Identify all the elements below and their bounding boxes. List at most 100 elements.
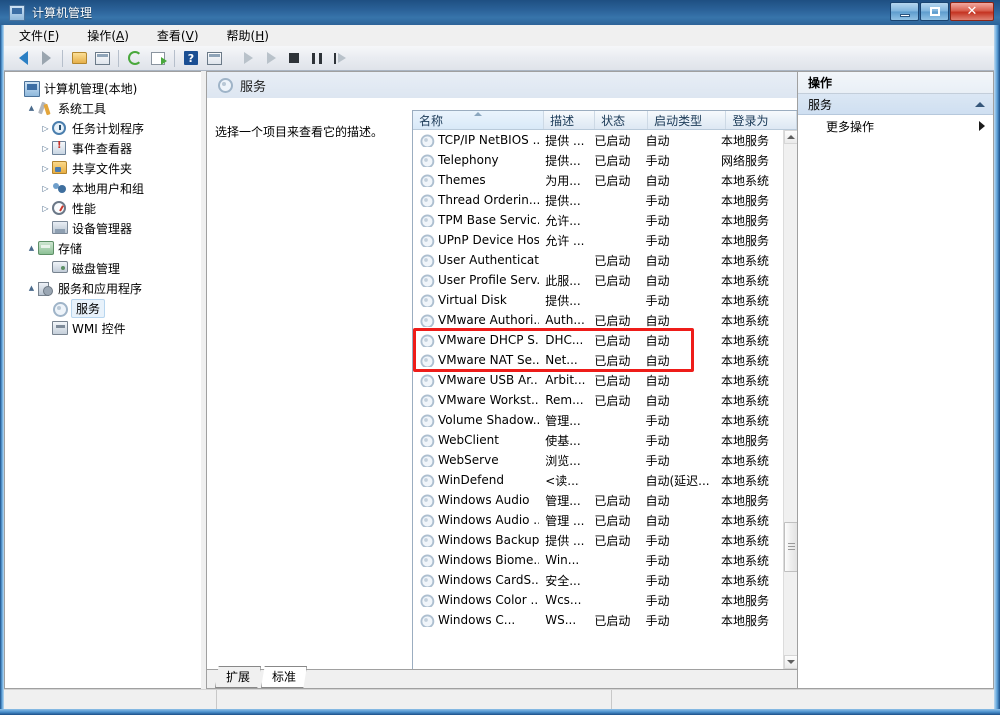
menu-file[interactable]: 文件(F) [16, 26, 62, 45]
caret-up-icon[interactable] [975, 101, 985, 107]
forward-button[interactable] [35, 48, 57, 69]
tree-item-7[interactable]: 设备管理器 [11, 218, 201, 238]
table-row[interactable]: WebServe 浏览... 手动 本地系统 [413, 450, 783, 470]
table-row[interactable]: VMware DHCP S... DHC... 已启动 自动 本地系统 [413, 330, 783, 350]
tree-item-1[interactable]: ▲ 系统工具 [11, 98, 201, 118]
show-action-pane-icon [206, 51, 222, 65]
cell-logon: 本地系统 [721, 393, 770, 408]
restart-service-button[interactable] [329, 48, 351, 69]
tree-collapse-icon[interactable]: ▲ [25, 242, 38, 255]
tree-collapse-icon[interactable]: ▲ [25, 102, 38, 115]
menu-help[interactable]: 帮助(H) [224, 26, 272, 45]
cell-startup: 手动 [645, 233, 670, 248]
table-row[interactable]: Windows Biome... Win... 手动 本地系统 [413, 550, 783, 570]
tree-item-0[interactable]: 计算机管理(本地) [11, 78, 201, 98]
cell-status: 已启动 [594, 513, 631, 528]
refresh-button[interactable] [124, 48, 146, 69]
tree-item-6[interactable]: ▷ 性能 [11, 198, 201, 218]
scrollbar-thumb[interactable] [784, 522, 797, 572]
tree-expand-icon[interactable]: ▷ [39, 182, 52, 195]
actions-group-services[interactable]: 服务 [798, 94, 993, 115]
tree-item-3[interactable]: ▷ 事件查看器 [11, 138, 201, 158]
services-listview[interactable]: 名称 描述 状态 启动类型 登录为 TCP/IP NetBIOS ... 提供 ... 已启… [412, 110, 797, 669]
column-header-1[interactable]: 描述 [544, 111, 596, 129]
table-row[interactable]: Thread Orderin... 提供... 手动 本地服务 [413, 190, 783, 210]
performance-icon [52, 200, 69, 216]
tree-item-4[interactable]: ▷ 共享文件夹 [11, 158, 201, 178]
tree-item-12[interactable]: WMI 控件 [11, 318, 201, 338]
menu-action[interactable]: 操作(A) [84, 26, 132, 45]
export-list-button[interactable] [147, 48, 169, 69]
scroll-up-button[interactable] [784, 130, 797, 144]
tree-item-11[interactable]: 服务 [11, 298, 201, 318]
table-row[interactable]: Windows Backup 提供 ... 已启动 手动 本地系统 [413, 530, 783, 550]
minimize-button[interactable] [890, 2, 919, 21]
table-row[interactable]: WinDefend <读... 自动(延迟... 本地系统 [413, 470, 783, 490]
column-header-2[interactable]: 状态 [595, 111, 649, 129]
table-row[interactable]: TPM Base Servic... 允许... 手动 本地服务 [413, 210, 783, 230]
tree-item-label: 事件查看器 [72, 141, 133, 156]
table-row[interactable]: UPnP Device Host 允许 ... 手动 本地服务 [413, 230, 783, 250]
help-button[interactable]: ? [180, 48, 202, 69]
cell-desc: 此服... [545, 273, 581, 288]
tree-item-2[interactable]: ▷ 任务计划程序 [11, 118, 201, 138]
tab-1[interactable]: 标准 [261, 666, 308, 688]
services-list-scrollbar[interactable] [783, 130, 797, 669]
resume-service-button[interactable] [260, 48, 282, 69]
start-service-button[interactable] [237, 48, 259, 69]
window-border-bottom [0, 709, 1000, 715]
action-more-actions[interactable]: 更多操作 [798, 115, 993, 137]
cell-startup: 手动 [645, 453, 670, 468]
table-row[interactable]: Themes 为用... 已启动 自动 本地系统 [413, 170, 783, 190]
title-bar: 计算机管理 ✕ [0, 0, 1000, 25]
cell-desc: Net... [545, 353, 578, 367]
tree-item-5[interactable]: ▷ 本地用户和组 [11, 178, 201, 198]
close-button[interactable]: ✕ [950, 2, 994, 21]
tree-item-10[interactable]: ▲ 服务和应用程序 [11, 278, 201, 298]
tab-0[interactable]: 扩展 [215, 666, 262, 688]
up-one-level-button[interactable] [68, 48, 90, 69]
table-row[interactable]: Windows CardS... 安全... 手动 本地系统 [413, 570, 783, 590]
table-row[interactable]: Volume Shadow... 管理... 手动 本地系统 [413, 410, 783, 430]
cell-startup: 自动 [645, 313, 670, 328]
table-row[interactable]: VMware NAT Se... Net... 已启动 自动 本地系统 [413, 350, 783, 370]
table-row[interactable]: Windows Audio ... 管理 ... 已启动 自动 本地系统 [413, 510, 783, 530]
cell-startup: 手动 [645, 433, 670, 448]
table-row[interactable]: WebClient 使基... 手动 本地服务 [413, 430, 783, 450]
tree-expand-icon[interactable]: ▷ [39, 202, 52, 215]
table-row[interactable]: Virtual Disk 提供... 手动 本地系统 [413, 290, 783, 310]
table-row[interactable]: VMware Workst... Rem... 已启动 自动 本地系统 [413, 390, 783, 410]
cell-startup: 自动 [645, 133, 670, 148]
show-hide-tree-button[interactable] [91, 48, 113, 69]
table-row[interactable]: TCP/IP NetBIOS ... 提供 ... 已启动 自动 本地服务 [413, 130, 783, 150]
tree-expand-icon[interactable]: ▷ [39, 142, 52, 155]
service-name: Windows Audio [438, 493, 530, 507]
table-row[interactable]: Windows Audio 管理... 已启动 自动 本地服务 [413, 490, 783, 510]
show-action-pane-button[interactable] [203, 48, 225, 69]
status-segment-3 [612, 690, 994, 709]
table-row[interactable]: User Profile Serv... 此服... 已启动 自动 本地系统 [413, 270, 783, 290]
tree-item-9[interactable]: 磁盘管理 [11, 258, 201, 278]
maximize-button[interactable] [920, 2, 949, 21]
tree-collapse-icon[interactable]: ▲ [25, 282, 38, 295]
pause-service-button[interactable] [306, 48, 328, 69]
tree-item-8[interactable]: ▲ 存储 [11, 238, 201, 258]
column-header-4[interactable]: 登录为 [726, 111, 797, 129]
table-row[interactable]: User Authenticat... 已启动 自动 本地系统 [413, 250, 783, 270]
table-row[interactable]: VMware USB Ar... Arbit... 已启动 自动 本地系统 [413, 370, 783, 390]
column-header-0[interactable]: 名称 [413, 111, 545, 129]
tree-expand-icon[interactable]: ▷ [39, 162, 52, 175]
table-row[interactable]: Telephony 提供... 已启动 手动 网络服务 [413, 150, 783, 170]
table-row[interactable]: Windows Color ... Wcs... 手动 本地服务 [413, 590, 783, 610]
table-row[interactable]: VMware Authori... Auth... 已启动 自动 本地系统 [413, 310, 783, 330]
menu-view-accel: V [185, 28, 194, 43]
table-row[interactable]: Windows C... WS... 已启动 手动 本地服务 [413, 610, 783, 630]
tree-expand-icon[interactable]: ▷ [39, 122, 52, 135]
scroll-down-button[interactable] [784, 655, 797, 669]
back-button[interactable] [12, 48, 34, 69]
cell-name: Windows Audio [413, 493, 539, 507]
column-header-3[interactable]: 启动类型 [648, 111, 727, 129]
service-gear-icon [419, 593, 435, 607]
stop-service-button[interactable] [283, 48, 305, 69]
menu-view[interactable]: 查看(V) [154, 26, 202, 45]
